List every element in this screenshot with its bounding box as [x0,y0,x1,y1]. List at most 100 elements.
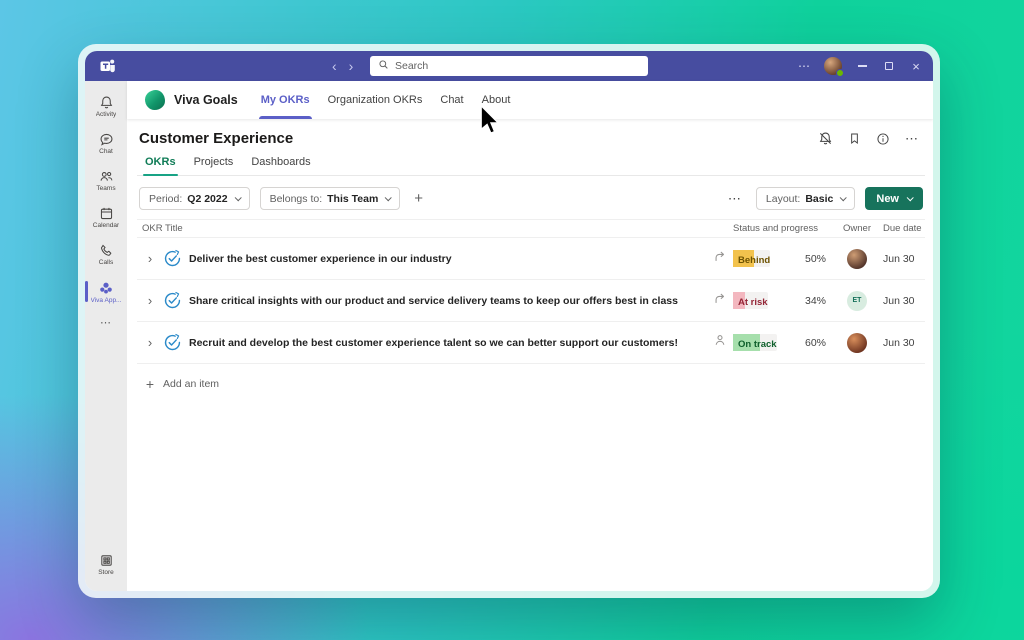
period-filter-button[interactable]: Period: Q2 2022 [139,187,250,210]
phone-icon [99,243,114,258]
table-header: OKR Title Status and progress Owner Due … [137,219,925,238]
add-filter-button[interactable]: + [410,190,427,207]
search-box[interactable] [370,56,648,76]
sidebar-item-label: Store [98,569,114,576]
sidebar-item-label: Calendar [93,222,119,229]
notifications-off-icon[interactable] [818,131,833,146]
sidebar-item-calendar[interactable]: Calendar [85,199,127,236]
page-header-actions: ⋯ [818,131,919,147]
owner-avatar[interactable] [847,249,867,269]
close-button[interactable]: × [909,59,923,73]
column-status: Status and progress [713,223,837,234]
chevron-down-icon [385,194,392,201]
table-rows: › Deliver the best customer experience i… [137,238,925,364]
viva-apps-icon [98,280,114,296]
tab-projects[interactable]: Projects [186,152,242,175]
sidebar-more-apps-icon[interactable]: ⋯ [85,310,127,334]
page-title: Customer Experience [139,130,293,147]
expand-chevron-icon[interactable]: › [137,293,163,308]
tab-dashboards[interactable]: Dashboards [243,152,318,175]
app-name: Viva Goals [174,93,238,107]
okr-row[interactable]: › Deliver the best customer experience i… [137,238,925,280]
sidebar-item-label: Viva App... [91,297,122,304]
person-icon [713,333,727,352]
okr-title[interactable]: Deliver the best customer experience in … [189,253,713,265]
status-label: At risk [733,297,768,308]
progress-value: 34% [793,295,837,307]
filter-toolbar: Period: Q2 2022 Belongs to: This Team + [137,187,925,210]
back-icon[interactable]: ‹ [332,59,337,73]
okr-row[interactable]: › Recruit and develop the best customer … [137,322,925,364]
due-date: Jun 30 [877,295,925,307]
add-item-button[interactable]: + Add an item [137,364,925,404]
sidebar-item-viva-apps[interactable]: Viva App... [85,273,127,310]
tab-okrs[interactable]: OKRs [137,152,184,175]
new-button[interactable]: New [865,187,923,210]
page-tabs: OKRs Projects Dashboards [137,152,925,176]
share-icon [713,249,727,268]
store-icon [99,553,114,568]
chevron-down-icon [840,194,847,201]
user-avatar[interactable] [824,57,842,75]
teams-logo-icon [99,57,117,80]
maximize-button[interactable] [882,59,896,73]
toolbar-more-icon[interactable]: ⋯ [724,191,746,207]
tab-organization-okrs[interactable]: Organization OKRs [319,81,432,119]
page-content: Customer Experience [127,119,933,591]
tab-about[interactable]: About [473,81,520,119]
viva-goals-logo [145,90,165,110]
sidebar-item-label: Teams [96,185,115,192]
progress-value: 50% [793,253,837,265]
column-due-date: Due date [877,223,925,234]
sidebar-item-label: Calls [99,259,113,266]
titlebar-more-icon[interactable]: ⋯ [798,59,811,73]
expand-chevron-icon[interactable]: › [137,335,163,350]
okr-row[interactable]: › Share critical insights with our produ… [137,280,925,322]
search-icon [378,57,389,75]
people-icon [99,169,114,184]
column-owner: Owner [837,223,877,234]
calendar-icon [99,206,114,221]
okr-title[interactable]: Share critical insights with our product… [189,295,713,307]
expand-chevron-icon[interactable]: › [137,251,163,266]
app-tabs: My OKRs Organization OKRs Chat About [252,81,520,119]
owner-avatar[interactable] [847,333,867,353]
okr-table: OKR Title Status and progress Owner Due … [137,219,925,404]
owner-avatar[interactable]: ET [847,291,867,311]
page-more-icon[interactable]: ⋯ [905,131,919,147]
progress-value: 60% [793,337,837,349]
plus-icon: + [137,376,163,392]
sidebar-item-chat[interactable]: Chat [85,125,127,162]
sidebar-item-calls[interactable]: Calls [85,236,127,273]
tab-chat[interactable]: Chat [431,81,472,119]
status-chip[interactable]: On track [733,334,777,351]
forward-icon[interactable]: › [349,59,354,73]
sidebar-item-label: Activity [96,111,117,118]
chevron-down-icon [907,194,914,201]
okr-title[interactable]: Recruit and develop the best customer ex… [189,337,713,349]
teams-app-window: ‹ › ⋯ × [85,51,933,591]
layout-selector[interactable]: Layout: Basic [756,187,855,210]
info-icon[interactable] [876,132,890,146]
objective-target-icon [163,249,189,268]
column-okr-title: OKR Title [137,223,713,234]
belongs-to-filter-button[interactable]: Belongs to: This Team [260,187,401,210]
titlebar-controls: ⋯ × [798,51,923,81]
status-chip[interactable]: At risk [733,292,768,309]
sidebar-item-store[interactable]: Store [85,546,127,583]
search-input[interactable] [395,60,640,72]
minimize-button[interactable] [855,59,869,73]
status-label: Behind [733,255,770,266]
status-chip[interactable]: Behind [733,250,770,267]
tab-my-okrs[interactable]: My OKRs [252,81,319,119]
main-panel: Viva Goals My OKRs Organization OKRs Cha… [127,81,933,591]
chevron-down-icon [234,194,241,201]
presence-available-dot [836,69,844,77]
nav-history: ‹ › [332,51,353,81]
sidebar-item-teams[interactable]: Teams [85,162,127,199]
sidebar-item-activity[interactable]: Activity [85,88,127,125]
sidebar-item-label: Chat [99,148,113,155]
due-date: Jun 30 [877,253,925,265]
objective-target-icon [163,291,189,310]
bookmark-icon[interactable] [848,132,861,145]
